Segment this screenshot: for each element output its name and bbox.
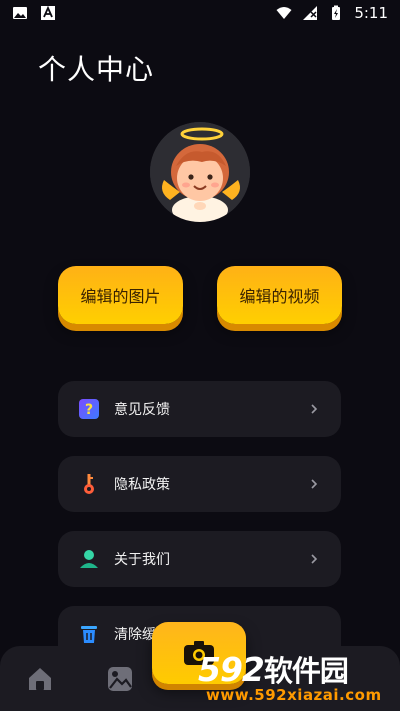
svg-text:?: ? <box>85 402 93 418</box>
status-time: 5:11 <box>354 4 388 22</box>
watermark: 592软件园 www.592xiazai.com <box>198 648 398 708</box>
status-right: 5:11 <box>276 4 388 22</box>
menu-label-feedback: 意见反馈 <box>114 402 170 418</box>
gallery-icon[interactable] <box>105 664 135 694</box>
menu-label-privacy: 隐私政策 <box>114 477 170 493</box>
status-left <box>12 5 56 21</box>
person-icon <box>78 548 100 570</box>
watermark-text: 软件园 <box>263 654 349 688</box>
menu-label-about: 关于我们 <box>114 552 170 568</box>
key-icon <box>78 473 100 495</box>
edited-images-button[interactable]: 编辑的图片 <box>58 266 183 324</box>
angel-avatar-icon <box>150 122 250 222</box>
battery-charging-icon <box>332 5 341 20</box>
wifi-icon <box>276 7 292 19</box>
chevron-right-icon <box>303 398 325 420</box>
edited-images-label: 编辑的图片 <box>80 287 161 306</box>
question-icon: ? <box>78 398 100 420</box>
menu-item-feedback[interactable]: ? 意见反馈 <box>58 381 341 437</box>
status-bar: 5:11 <box>0 0 400 28</box>
image-icon <box>13 7 27 19</box>
watermark-url: www.592xiazai.com <box>206 686 382 704</box>
chevron-right-icon <box>303 473 325 495</box>
edited-videos-button[interactable]: 编辑的视频 <box>217 266 342 324</box>
text-a-icon <box>41 5 55 20</box>
menu-item-about[interactable]: 关于我们 <box>58 531 341 587</box>
signal-icon <box>303 6 318 20</box>
edited-videos-label: 编辑的视频 <box>239 287 320 306</box>
menu-item-privacy[interactable]: 隐私政策 <box>58 456 341 512</box>
trash-icon <box>78 623 100 645</box>
page-title: 个人中心 <box>38 53 155 86</box>
avatar[interactable] <box>150 122 250 222</box>
home-icon[interactable] <box>25 664 55 694</box>
chevron-right-icon <box>303 548 325 570</box>
watermark-brand: 592软件园 <box>198 648 349 690</box>
watermark-number: 592 <box>198 650 265 689</box>
